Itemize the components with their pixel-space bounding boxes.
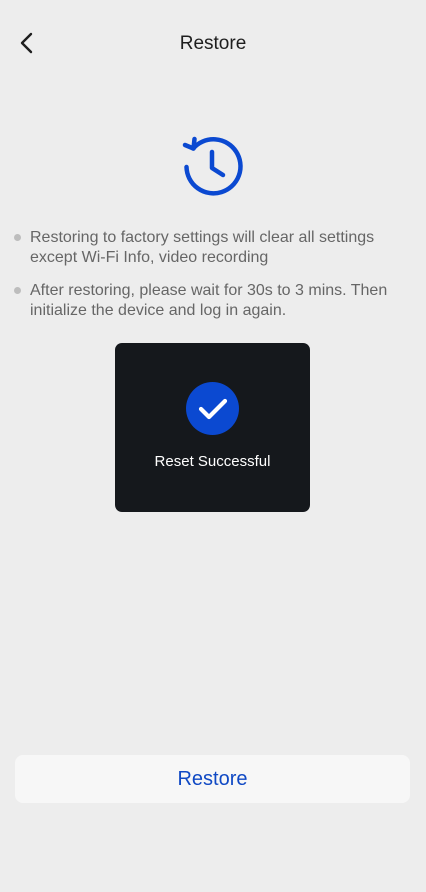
note-item: Restoring to factory settings will clear…: [14, 228, 404, 268]
bullet-dot: [14, 234, 21, 241]
header-bar: Restore: [0, 0, 426, 88]
checkmark-icon: [198, 398, 227, 419]
note-text: Restoring to factory settings will clear…: [30, 229, 375, 266]
bullet-dot: [14, 287, 21, 294]
history-icon: [182, 136, 243, 196]
toast-message: Reset Successful: [154, 453, 271, 470]
notes-list: Restoring to factory settings will clear…: [14, 228, 404, 334]
note-item: After restoring, please wait for 30s to …: [14, 281, 404, 321]
check-circle-icon: [186, 382, 239, 435]
page-title: Restore: [179, 33, 247, 54]
success-toast: Reset Successful: [115, 343, 310, 512]
restore-button[interactable]: Restore: [15, 755, 410, 803]
note-text: After restoring, please wait for 30s to …: [30, 282, 388, 319]
